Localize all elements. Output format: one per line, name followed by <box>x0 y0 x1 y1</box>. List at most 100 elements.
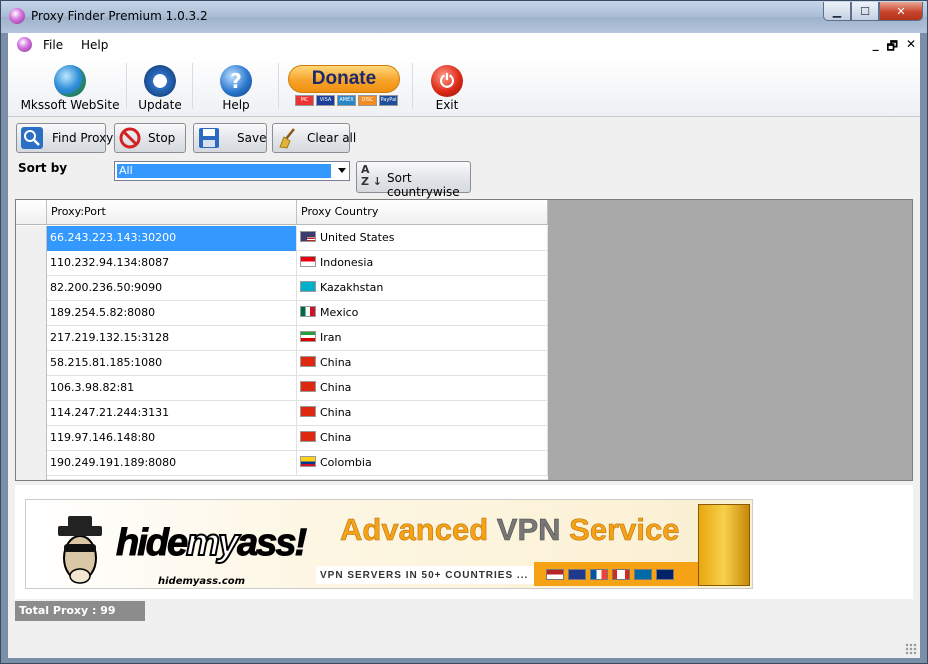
menu-help[interactable]: Help <box>81 38 108 52</box>
update-button[interactable]: Update <box>134 61 186 113</box>
country-name: Iran <box>320 331 342 344</box>
proxy-country-cell[interactable]: China <box>297 426 548 451</box>
proxy-port-cell[interactable]: 58.215.81.185:1080 <box>47 351 297 376</box>
proxy-port-cell[interactable]: 82.200.236.50:9090 <box>47 276 297 301</box>
proxy-country-cell[interactable]: Kazakhstan <box>297 276 548 301</box>
mdi-restore-button[interactable]: 🗗 <box>887 37 898 58</box>
proxy-country-cell[interactable]: China <box>297 376 548 401</box>
proxy-port-cell[interactable]: 66.243.223.143:30200 <box>47 226 297 251</box>
proxy-port-cell[interactable]: 106.3.98.82:81 <box>47 376 297 401</box>
proxy-country-cell[interactable]: Mexico <box>297 301 548 326</box>
ad-area: hidemyass! hidemyass.com Advanced VPN Se… <box>15 485 913 599</box>
table-row[interactable]: 217.219.132.15:3128 Iran <box>16 326 548 351</box>
update-label: Update <box>138 98 182 112</box>
flag-cn-icon <box>300 431 316 442</box>
proxy-country-cell[interactable]: Colombia <box>297 451 548 476</box>
table-row[interactable]: 66.243.223.143:30200 United States <box>16 226 548 251</box>
proxy-country-cell[interactable]: Iran <box>297 326 548 351</box>
table-row[interactable]: 106.3.98.82:81 China <box>16 376 548 401</box>
grid-header: Proxy:Port Proxy Country <box>16 200 548 225</box>
row-header[interactable] <box>16 401 47 426</box>
maximize-button[interactable]: ☐ <box>851 2 879 21</box>
chevron-down-icon[interactable] <box>338 168 346 173</box>
row-header[interactable] <box>16 276 47 301</box>
flag-ca-icon <box>612 568 630 580</box>
flag-co-icon <box>300 456 316 467</box>
payment-cards: MC VISA AMEX DISC PayPal <box>295 95 398 106</box>
sort-countrywise-button[interactable]: AZ ↓ Sort countrywise <box>356 161 471 199</box>
table-row[interactable]: 114.247.21.244:3131 China <box>16 401 548 426</box>
row-header[interactable] <box>16 301 47 326</box>
proxy-country-cell[interactable]: United States <box>297 226 548 251</box>
row-header[interactable] <box>16 251 47 276</box>
proxy-port-cell[interactable]: 189.254.5.82:8080 <box>47 301 297 326</box>
flag-cn-icon <box>300 356 316 367</box>
flag-us-icon <box>546 568 564 580</box>
resize-grip-icon[interactable] <box>905 643 917 655</box>
proxy-grid[interactable]: Proxy:Port Proxy Country 66.243.223.143:… <box>16 200 548 480</box>
row-header[interactable] <box>16 226 47 251</box>
client-area: File Help _ 🗗 ✕ Mkssoft WebSite Update ? <box>8 33 920 658</box>
row-header[interactable] <box>16 351 47 376</box>
row-header[interactable] <box>16 326 47 351</box>
column-proxy-port[interactable]: Proxy:Port <box>47 200 297 225</box>
flag-ir-icon <box>300 331 316 342</box>
stop-button[interactable]: Stop <box>114 123 186 153</box>
table-row[interactable]: 189.254.5.82:8080 Mexico <box>16 301 548 326</box>
proxy-port-cell[interactable]: 190.249.191.189:8080 <box>47 451 297 476</box>
title-bar[interactable]: Proxy Finder Premium 1.0.3.2 ▁ ☐ ✕ <box>1 1 927 33</box>
row-header-corner <box>16 200 47 225</box>
donkey-mascot-icon <box>58 516 102 584</box>
hidemyass-logo: hidemyass! hidemyass.com <box>46 510 308 587</box>
broom-icon <box>279 128 295 149</box>
clear-all-label: Clear all <box>307 131 357 145</box>
flag-us-icon <box>300 231 316 242</box>
proxy-port-cell[interactable]: 114.247.21.244:3131 <box>47 401 297 426</box>
row-header[interactable] <box>16 451 47 476</box>
proxy-country-cell[interactable]: China <box>297 351 548 376</box>
table-row[interactable]: 82.200.236.50:9090 Kazakhstan <box>16 276 548 301</box>
ad-subtitle: VPN SERVERS IN 50+ COUNTRIES ... <box>320 570 529 581</box>
exit-label: Exit <box>435 98 459 112</box>
find-proxy-button[interactable]: Find Proxy <box>16 123 113 153</box>
minimize-button[interactable]: ▁ <box>823 2 851 21</box>
clear-all-button[interactable]: Clear all <box>272 123 356 153</box>
proxy-port-cell[interactable]: 217.219.132.15:3128 <box>47 326 297 351</box>
stop-label: Stop <box>148 131 176 145</box>
search-icon <box>21 127 43 149</box>
help-button[interactable]: ? Help <box>212 61 260 113</box>
ad-title: Advanced VPN Service <box>340 512 680 548</box>
flag-au-icon <box>656 568 674 580</box>
table-row[interactable]: 110.232.94.134:8087 Indonesia <box>16 251 548 276</box>
window-title: Proxy Finder Premium 1.0.3.2 <box>31 9 208 23</box>
mdi-close-button[interactable]: ✕ <box>906 37 916 58</box>
table-row[interactable]: 58.215.81.185:1080 China <box>16 351 548 376</box>
menu-file[interactable]: File <box>43 38 63 52</box>
proxy-port-cell[interactable]: 119.97.146.148:80 <box>47 426 297 451</box>
sort-by-select[interactable]: All <box>114 161 350 181</box>
donate-button[interactable]: Donate <box>288 65 400 93</box>
website-button[interactable]: Mkssoft WebSite <box>21 61 119 113</box>
ad-country-flags <box>534 562 704 586</box>
discover-icon: DISC <box>358 95 377 106</box>
country-name: China <box>320 381 352 394</box>
row-header[interactable] <box>16 426 47 451</box>
proxy-country-cell[interactable]: Indonesia <box>297 251 548 276</box>
mdi-minimize-button[interactable]: _ <box>873 37 879 58</box>
close-button[interactable]: ✕ <box>879 2 923 21</box>
flag-cn-icon <box>300 406 316 417</box>
proxy-port-cell[interactable]: 110.232.94.134:8087 <box>47 251 297 276</box>
app-logo-icon <box>9 8 25 24</box>
flag-fr-icon <box>590 568 608 580</box>
table-row[interactable]: 190.249.191.189:8080 Colombia <box>16 451 548 476</box>
save-button[interactable]: Save <box>193 123 267 153</box>
table-row[interactable]: 119.97.146.148:80 China <box>16 426 548 451</box>
column-proxy-country[interactable]: Proxy Country <box>297 200 548 225</box>
app-menu-icon[interactable] <box>17 37 32 52</box>
floppy-disk-icon <box>199 128 219 148</box>
ad-banner[interactable]: hidemyass! hidemyass.com Advanced VPN Se… <box>25 499 753 589</box>
exit-button[interactable]: ⏻ Exit <box>426 61 468 113</box>
row-header[interactable] <box>16 376 47 401</box>
ad-url: hidemyass.com <box>158 576 246 587</box>
proxy-country-cell[interactable]: China <box>297 401 548 426</box>
